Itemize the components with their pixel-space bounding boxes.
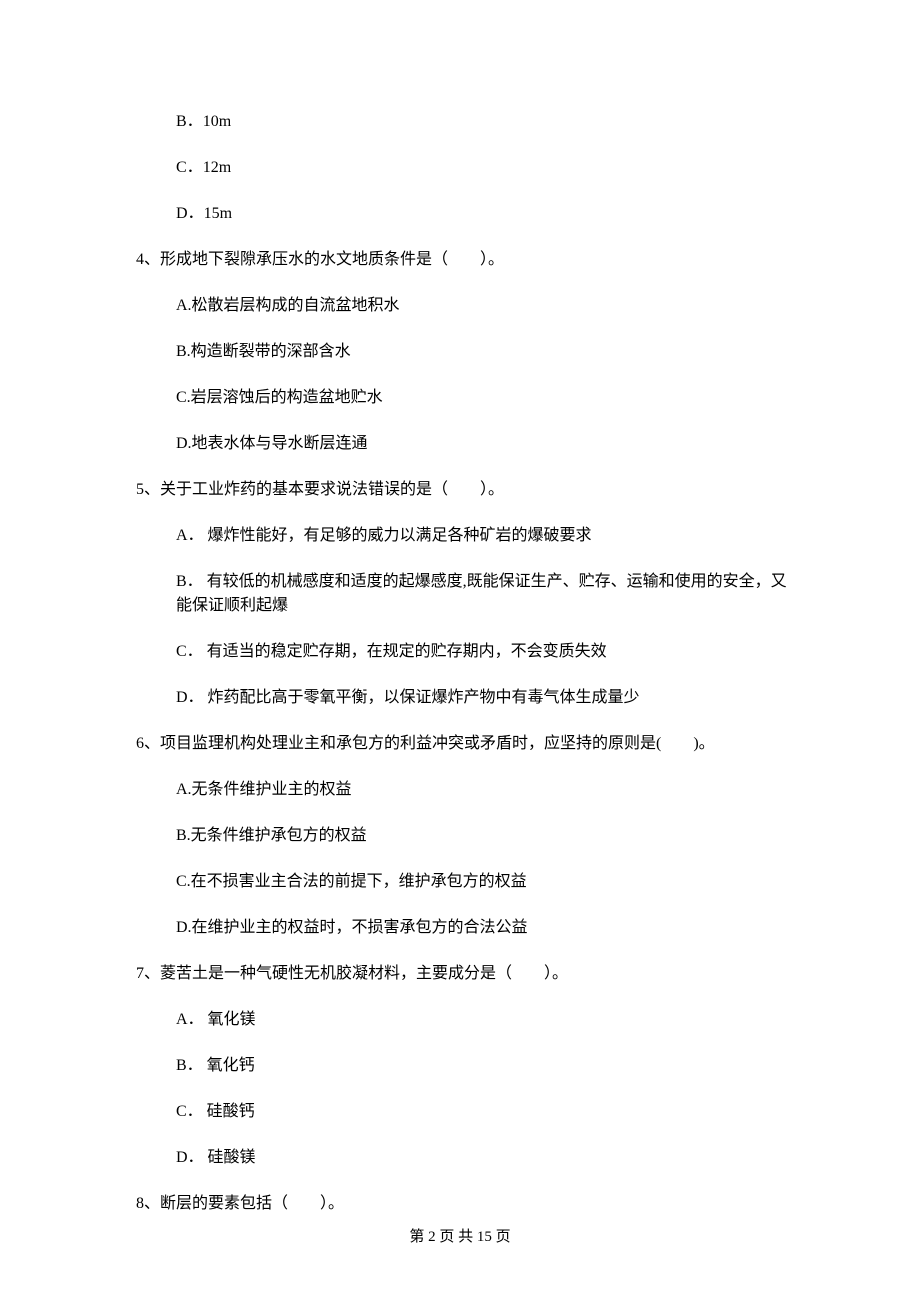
q6-stem: 6、项目监理机构处理业主和承包方的利益冲突或矛盾时，应坚持的原则是( )。 xyxy=(136,732,790,756)
q7-option-a: A． 氧化镁 xyxy=(176,1008,790,1032)
q5-option-a: A． 爆炸性能好，有足够的威力以满足各种矿岩的爆破要求 xyxy=(176,524,790,548)
page-footer: 第 2 页 共 15 页 xyxy=(0,1226,920,1249)
q4-option-b: B.构造断裂带的深部含水 xyxy=(176,340,790,364)
q6-option-b: B.无条件维护承包方的权益 xyxy=(176,824,790,848)
option-text: 10m xyxy=(203,113,231,130)
page-content: B．10m C．12m D．15m 4、形成地下裂隙承压水的水文地质条件是（ ）… xyxy=(0,0,920,1216)
q7-stem: 7、菱苦土是一种气硬性无机胶凝材料，主要成分是（ ）。 xyxy=(136,962,790,986)
q5-stem: 5、关于工业炸药的基本要求说法错误的是（ ）。 xyxy=(136,478,790,502)
q3-option-b: B．10m xyxy=(176,110,790,134)
q7-option-c: C． 硅酸钙 xyxy=(176,1100,790,1124)
option-text: 12m xyxy=(203,159,231,176)
q6-option-d: D.在维护业主的权益时，不损害承包方的合法公益 xyxy=(176,916,790,940)
q5-option-b: B． 有较低的机械感度和适度的起爆感度,既能保证生产、贮存、运输和使用的安全，又… xyxy=(176,570,790,618)
q5-option-b-text: B． 有较低的机械感度和适度的起爆感度,既能保证生产、贮存、运输和使用的安全，又… xyxy=(176,570,790,618)
q7-option-d: D． 硅酸镁 xyxy=(176,1146,790,1170)
q4-option-c: C.岩层溶蚀后的构造盆地贮水 xyxy=(176,386,790,410)
option-label: D． xyxy=(176,205,204,222)
option-label: B． xyxy=(176,113,203,130)
option-text: 15m xyxy=(204,205,232,222)
option-label: C． xyxy=(176,159,203,176)
q4-option-d: D.地表水体与导水断层连通 xyxy=(176,432,790,456)
q3-option-c: C．12m xyxy=(176,156,790,180)
q3-option-d: D．15m xyxy=(176,202,790,226)
q8-stem: 8、断层的要素包括（ ）。 xyxy=(136,1192,790,1216)
q6-option-a: A.无条件维护业主的权益 xyxy=(176,778,790,802)
q4-option-a: A.松散岩层构成的自流盆地积水 xyxy=(176,294,790,318)
q7-option-b: B． 氧化钙 xyxy=(176,1054,790,1078)
q4-stem: 4、形成地下裂隙承压水的水文地质条件是（ ）。 xyxy=(136,248,790,272)
q6-option-c: C.在不损害业主合法的前提下，维护承包方的权益 xyxy=(176,870,790,894)
q5-option-d: D． 炸药配比高于零氧平衡，以保证爆炸产物中有毒气体生成量少 xyxy=(176,686,790,710)
q5-option-c: C． 有适当的稳定贮存期，在规定的贮存期内，不会变质失效 xyxy=(176,640,790,664)
